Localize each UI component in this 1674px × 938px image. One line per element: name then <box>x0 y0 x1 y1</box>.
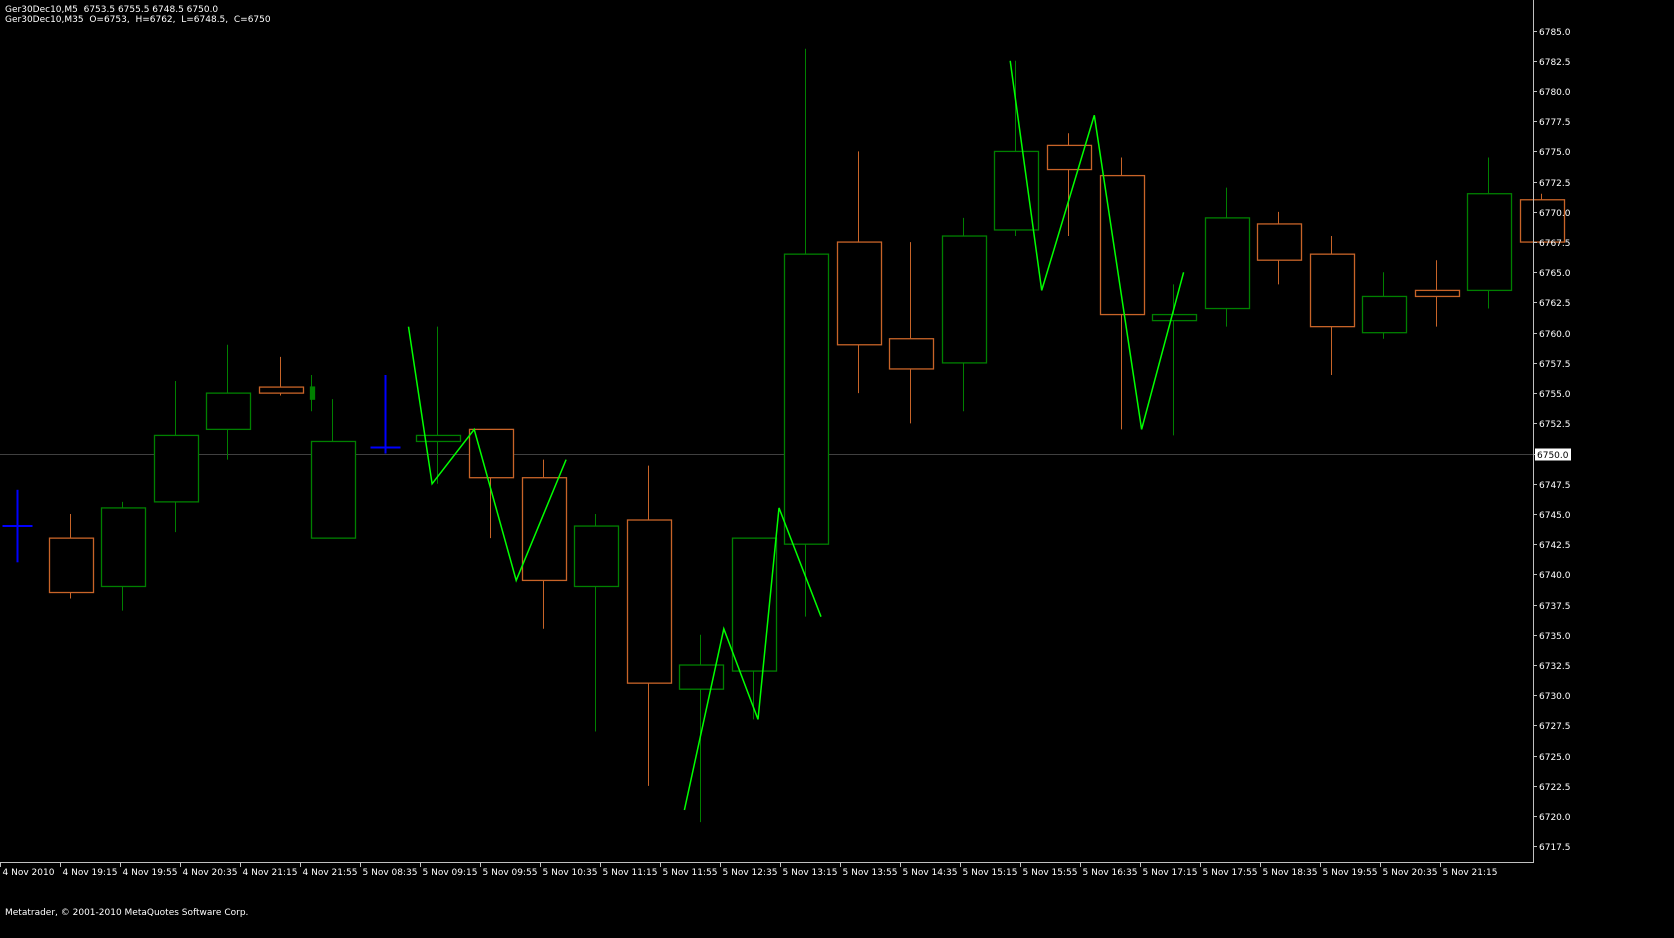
price-tick-label: 6745.0 <box>1539 511 1571 521</box>
candle-body <box>836 241 883 346</box>
candle-body <box>310 440 357 539</box>
symbol-info-line-2: Ger30Dec10,M35 O=6753, H=6762, L=6748.5,… <box>5 15 271 25</box>
price-tick-label: 6737.5 <box>1539 602 1571 612</box>
price-tick-label: 6735.0 <box>1539 632 1571 642</box>
price-tick-label: 6755.0 <box>1539 390 1571 400</box>
price-tick-label: 6722.5 <box>1539 783 1571 793</box>
price-tick-label: 6777.5 <box>1539 118 1571 128</box>
candle-body <box>1204 217 1251 310</box>
time-tick-label: 5 Nov 11:15 <box>603 868 658 878</box>
price-tick-label: 6775.0 <box>1539 148 1571 158</box>
symbol-info-line-1: Ger30Dec10,M5 6753.5 6755.5 6748.5 6750.… <box>5 5 219 15</box>
time-tick-label: 4 Nov 20:35 <box>183 868 238 878</box>
price-tick-label: 6732.5 <box>1539 662 1571 672</box>
time-tick-label: 5 Nov 20:35 <box>1383 868 1438 878</box>
price-tick-label: 6765.0 <box>1539 269 1571 279</box>
price-tick-label: 6747.5 <box>1539 481 1571 491</box>
price-tick-label: 6740.0 <box>1539 571 1571 581</box>
time-tick-label: 5 Nov 13:55 <box>843 868 898 878</box>
time-tick-label: 5 Nov 17:15 <box>1143 868 1198 878</box>
time-tick-label: 5 Nov 12:35 <box>723 868 778 878</box>
candle-body <box>573 525 620 588</box>
time-tick-label: 5 Nov 15:15 <box>963 868 1018 878</box>
candle-body <box>1466 193 1513 292</box>
chart-background <box>0 0 1674 938</box>
time-tick-label: 5 Nov 17:55 <box>1203 868 1258 878</box>
price-tick-label: 6785.0 <box>1539 28 1571 38</box>
candle-body <box>941 235 988 364</box>
time-tick-label: 5 Nov 21:15 <box>1443 868 1498 878</box>
candle-body <box>783 253 830 545</box>
candle-body <box>100 507 147 588</box>
price-chart[interactable]: 6717.5 6720.0 6722.5 6725.0 6727.5 6730.0 6732… <box>0 0 1674 938</box>
candle-body <box>1414 289 1461 298</box>
price-tick-label: 6720.0 <box>1539 813 1571 823</box>
time-tick-label: 5 Nov 10:35 <box>543 868 598 878</box>
candle-body <box>1309 253 1356 328</box>
candle-body <box>1519 199 1566 243</box>
price-tick-label: 6727.5 <box>1539 722 1571 732</box>
time-tick-label: 4 Nov 19:55 <box>123 868 178 878</box>
price-tick-label: 6730.0 <box>1539 692 1571 702</box>
price-tick-label: 6752.5 <box>1539 420 1571 430</box>
candle-body <box>205 392 252 431</box>
time-tick-label: 5 Nov 09:15 <box>423 868 478 878</box>
time-tick-label: 5 Nov 19:55 <box>1323 868 1378 878</box>
candle-body <box>1256 223 1303 261</box>
price-tick-label: 6762.5 <box>1539 299 1571 309</box>
candle-body <box>153 434 200 503</box>
time-tick-label: 5 Nov 14:35 <box>903 868 958 878</box>
candle-body <box>678 664 725 690</box>
price-tick-label: 6770.0 <box>1539 209 1571 219</box>
candle-body <box>626 519 673 684</box>
candle-body <box>48 537 95 594</box>
time-tick-label: 5 Nov 08:35 <box>363 868 418 878</box>
price-tick-label: 6780.0 <box>1539 88 1571 98</box>
price-tick-label: 6767.5 <box>1539 239 1571 249</box>
candle-body <box>1151 313 1198 322</box>
price-tick-label: 6757.5 <box>1539 360 1571 370</box>
time-tick-label: 4 Nov 21:55 <box>303 868 358 878</box>
current-price-label: 6750.0 <box>1537 451 1569 461</box>
time-tick-label: 5 Nov 16:35 <box>1083 868 1138 878</box>
time-tick-label: 4 Nov 19:15 <box>63 868 118 878</box>
time-tick-label: 5 Nov 13:15 <box>783 868 838 878</box>
candle-body <box>1361 295 1408 334</box>
price-tick-label: 6760.0 <box>1539 330 1571 340</box>
time-tick-label: 5 Nov 18:35 <box>1263 868 1318 878</box>
time-tick-label: 5 Nov 11:55 <box>663 868 718 878</box>
candle-body <box>521 477 568 582</box>
candle-body <box>415 434 462 443</box>
price-tick-label: 6782.5 <box>1539 58 1571 68</box>
candle-body <box>258 386 305 394</box>
price-tick-label: 6742.5 <box>1539 541 1571 551</box>
price-tick-label: 6725.0 <box>1539 753 1571 763</box>
copyright-text: Metatrader, © 2001-2010 MetaQuotes Softw… <box>5 908 249 918</box>
candle-body <box>309 386 316 400</box>
price-tick-label: 6772.5 <box>1539 179 1571 189</box>
price-tick-label: 6717.5 <box>1539 843 1571 853</box>
time-tick-label: 4 Nov 2010 <box>3 868 55 878</box>
time-tick-label: 4 Nov 21:15 <box>243 868 298 878</box>
time-tick-label: 5 Nov 15:55 <box>1023 868 1078 878</box>
candle-body <box>888 338 935 370</box>
time-tick-label: 5 Nov 09:55 <box>483 868 538 878</box>
